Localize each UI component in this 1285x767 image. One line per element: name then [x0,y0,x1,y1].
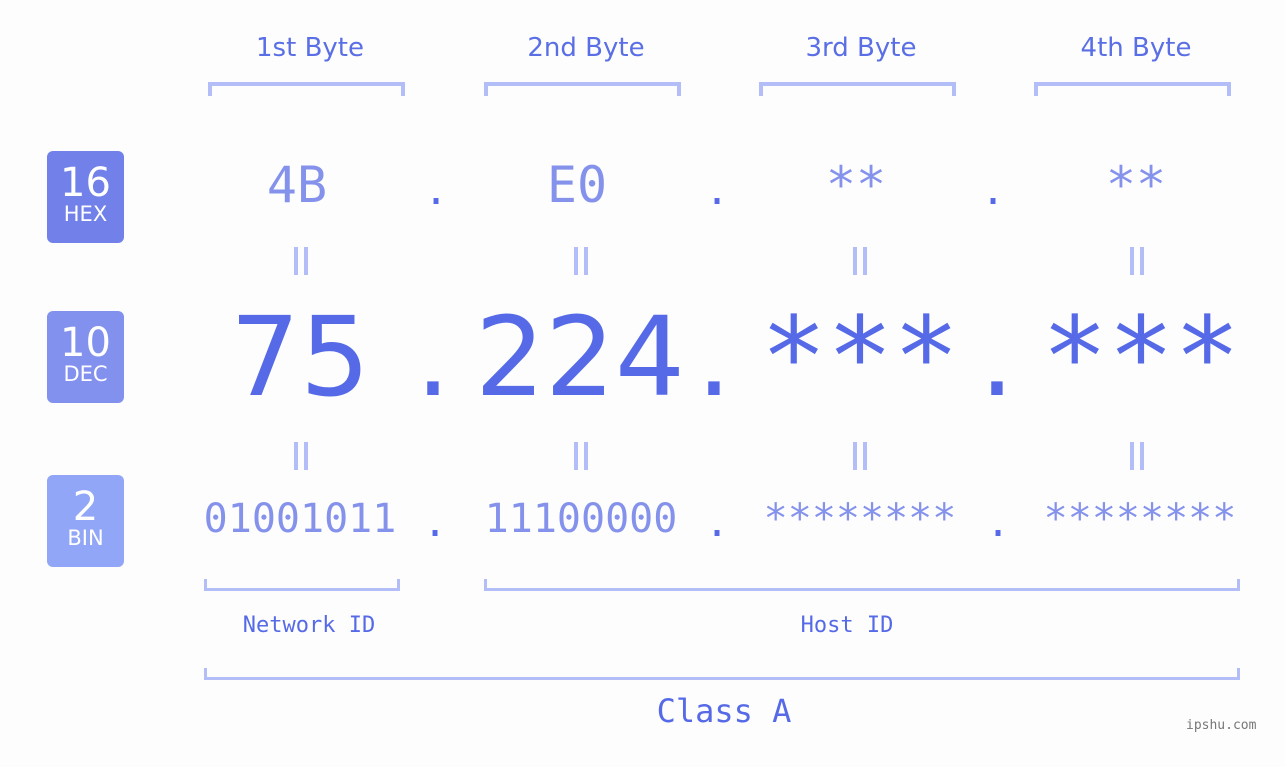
equals-icon [571,442,591,470]
hex-byte-3: ** [825,156,887,214]
network-id-bracket [204,579,400,591]
dec-byte-2: 224 [475,293,685,421]
class-label: Class A [656,692,792,730]
hex-byte-1: 4B [266,156,328,214]
byte-bracket-1 [208,82,405,96]
hex-byte-2: E0 [546,156,608,214]
hex-dot-1: . [423,168,449,214]
equals-icon [1127,442,1147,470]
equals-icon [1127,247,1147,275]
byte-header-3: 3rd Byte [805,33,917,63]
host-id-label: Host ID [800,613,894,638]
byte-header-1: 1st Byte [256,33,364,63]
dec-dot-1: . [415,293,451,421]
byte-bracket-3 [759,82,956,96]
byte-header-2: 2nd Byte [527,33,645,63]
watermark: ipshu.com [1186,718,1257,733]
class-bracket [204,668,1240,680]
equals-icon [850,247,870,275]
hex-dot-3: . [980,168,1006,214]
bin-dot-2: . [704,500,730,546]
dec-badge: 10 DEC [47,311,124,403]
host-id-bracket [484,579,1240,591]
hex-byte-4: ** [1105,156,1167,214]
bin-badge-number: 2 [72,484,99,530]
dec-badge-number: 10 [60,320,111,366]
bin-byte-4: ******** [1043,496,1237,542]
dec-dot-2: . [696,293,732,421]
bin-dot-3: . [985,500,1011,546]
dec-byte-3: *** [760,293,960,421]
byte-header-4: 4th Byte [1080,33,1192,63]
hex-badge-label: HEX [63,202,108,226]
bin-byte-1: 01001011 [203,496,397,542]
bin-dot-1: . [422,500,448,546]
equals-icon [291,247,311,275]
equals-icon [850,442,870,470]
hex-badge-number: 16 [60,160,111,206]
hex-dot-2: . [704,168,730,214]
bin-badge: 2 BIN [47,475,124,567]
equals-icon [571,247,591,275]
equals-icon [291,442,311,470]
bin-badge-label: BIN [67,526,104,550]
dec-byte-1: 75 [230,293,370,421]
hex-badge: 16 HEX [47,151,124,243]
dec-badge-label: DEC [63,362,108,386]
network-id-label: Network ID [242,613,376,638]
dec-dot-3: . [979,293,1015,421]
bin-byte-3: ******** [763,496,957,542]
dec-byte-4: *** [1041,293,1241,421]
byte-bracket-4 [1034,82,1231,96]
byte-bracket-2 [484,82,681,96]
bin-byte-2: 11100000 [484,496,678,542]
